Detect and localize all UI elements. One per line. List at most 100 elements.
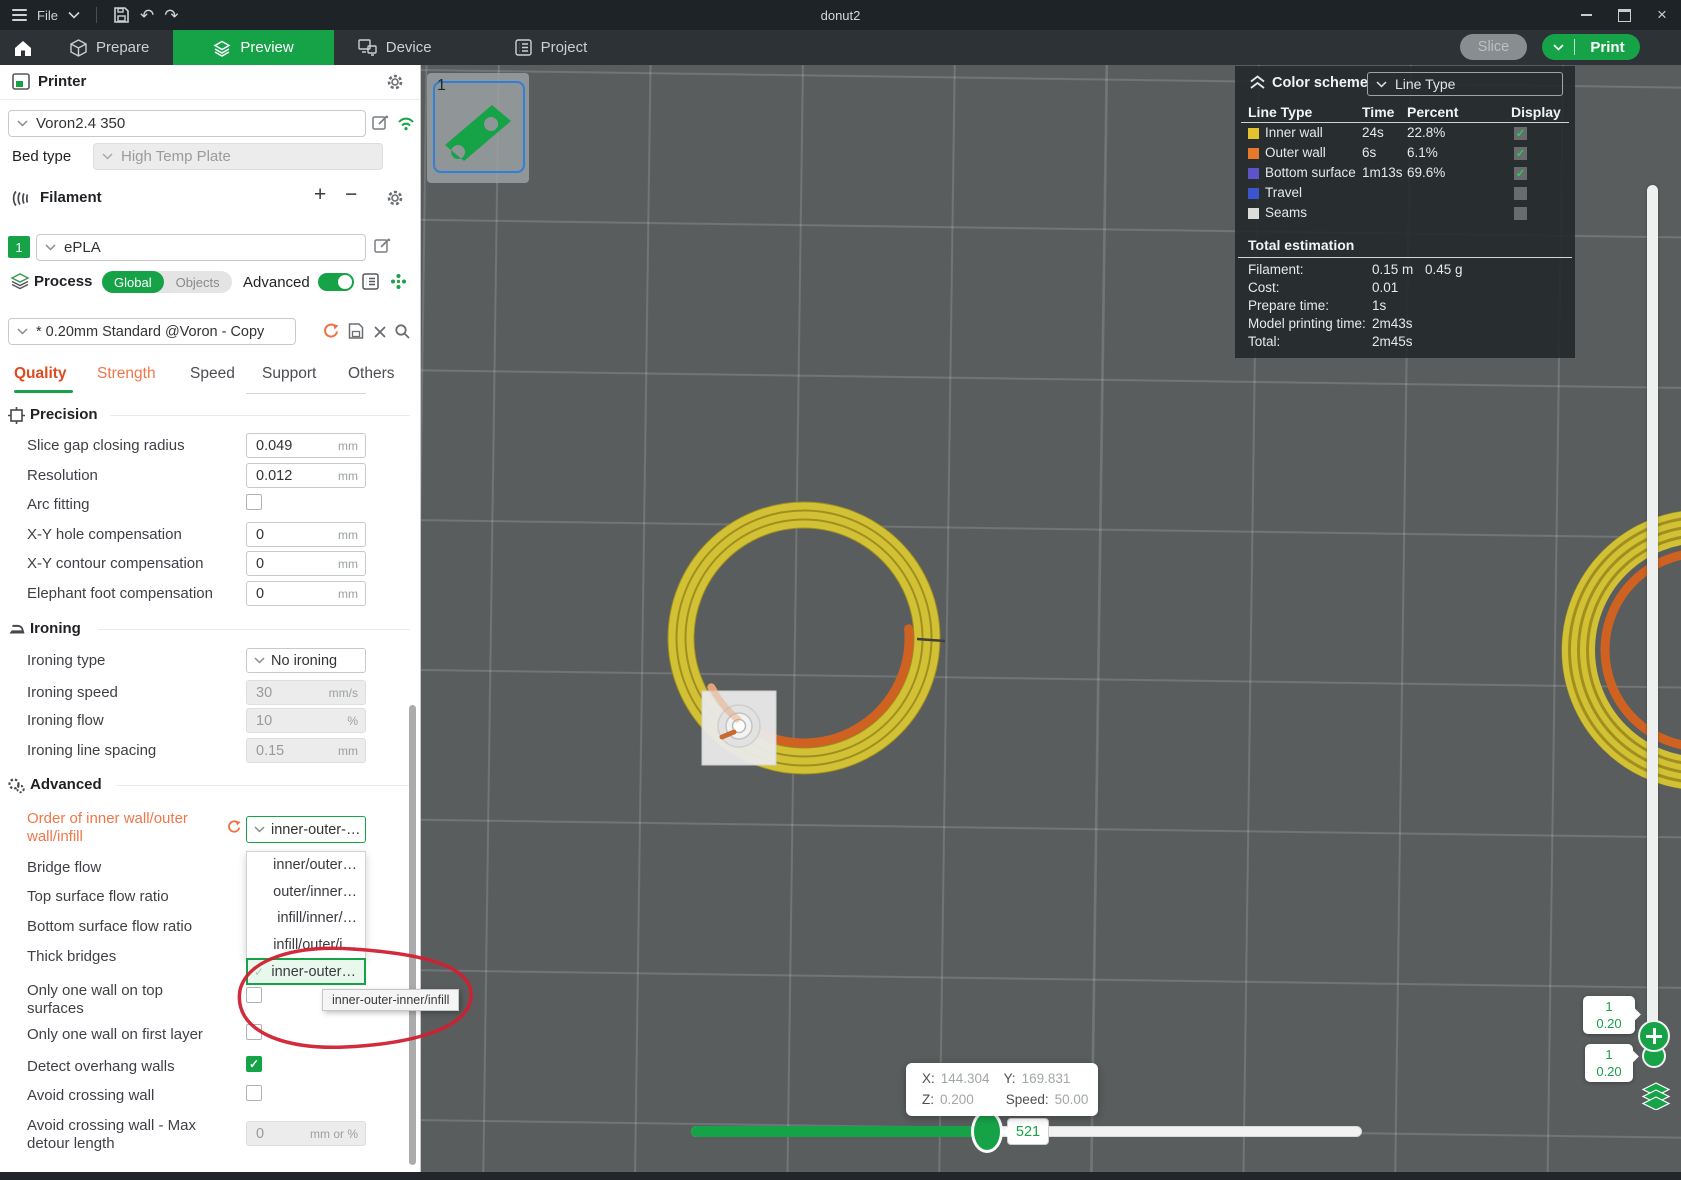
wifi-icon[interactable] (396, 115, 416, 131)
layer-badge-bottom: 10.20 (1585, 1044, 1633, 1082)
ironing-speed-input[interactable]: 30mm/s (246, 680, 366, 705)
process-preset-select[interactable]: * 0.20mm Standard @Voron - Copy (8, 318, 296, 345)
tab-support[interactable]: Support (262, 365, 316, 383)
redo-icon[interactable]: ↷ (164, 7, 178, 24)
print-dropdown-chevron[interactable] (1542, 39, 1575, 55)
maximize-button[interactable] (1605, 0, 1643, 30)
divider (116, 785, 410, 786)
collapse-icon[interactable] (1249, 75, 1266, 90)
tab-project[interactable]: Project (491, 30, 612, 65)
tab-preview[interactable]: Preview (173, 30, 333, 65)
slice-button[interactable]: Slice (1460, 34, 1527, 60)
xy-hole-comp-input[interactable]: 0mm (246, 522, 366, 547)
setting-label: Slice gap closing radius (27, 437, 227, 455)
display-checkbox[interactable]: ✓ (1514, 127, 1527, 140)
remove-filament-button[interactable]: − (345, 183, 357, 207)
move-slider-fill (691, 1126, 989, 1137)
seams-swatch (1248, 208, 1259, 219)
device-icon (358, 39, 377, 56)
titlebar: File ↶ ↷ donut2 × (0, 0, 1681, 30)
ironing-section-title: Ironing (30, 620, 81, 637)
setting-label: Thick bridges (27, 948, 227, 966)
elephant-foot-input[interactable]: 0mm (246, 581, 366, 606)
legend-panel: Color scheme Line Type Line Type Time Pe… (1235, 66, 1575, 358)
dropdown-option[interactable]: infill/outer/i… (247, 932, 365, 959)
max-detour-input[interactable]: 0mm or % (246, 1121, 366, 1146)
xy-contour-comp-input[interactable]: 0mm (246, 551, 366, 576)
setting-label: Arc fitting (27, 496, 227, 514)
slice-gap-input[interactable]: 0.049mm (246, 433, 366, 458)
add-filament-button[interactable]: + (314, 183, 326, 207)
dropdown-option-selected[interactable]: ✓ inner-outer… (246, 958, 366, 985)
dropdown-option[interactable]: inner/outer… (247, 852, 365, 879)
file-menu[interactable]: File (37, 8, 58, 23)
filament-slot-1[interactable]: 1 (8, 236, 30, 258)
display-checkbox[interactable]: ✓ (1514, 167, 1527, 180)
parameter-list-icon[interactable] (362, 273, 379, 290)
compare-presets-icon[interactable] (390, 273, 407, 290)
search-icon[interactable] (394, 323, 411, 340)
dropdown-tooltip: inner-outer-inner/infill (322, 989, 459, 1011)
display-checkbox[interactable] (1514, 207, 1527, 220)
color-scheme-select[interactable]: Line Type (1367, 72, 1563, 96)
setting-label: Elephant foot compensation (27, 585, 227, 603)
tab-others[interactable]: Others (348, 365, 395, 383)
divider (246, 393, 366, 394)
menu-icon[interactable] (12, 6, 27, 24)
advanced-section-title: Advanced (30, 776, 102, 793)
tab-strength[interactable]: Strength (97, 365, 156, 383)
edit-icon[interactable] (372, 114, 389, 131)
scope-objects[interactable]: Objects (164, 275, 232, 290)
ironing-flow-input[interactable]: 10% (246, 708, 366, 733)
print-button[interactable]: Print (1542, 34, 1640, 60)
gear-icon[interactable] (386, 73, 404, 91)
display-checkbox[interactable]: ✓ (1514, 147, 1527, 160)
save-icon[interactable] (113, 7, 130, 24)
settings-scrollbar[interactable] (409, 705, 416, 1165)
delete-preset-icon[interactable] (373, 325, 387, 339)
detect-overhang-checkbox[interactable]: ✓ (246, 1056, 262, 1072)
slicer-window: File ↶ ↷ donut2 × Prepare Preview Dev (0, 0, 1681, 1180)
filament-preset-select[interactable]: ePLA (36, 234, 366, 261)
reset-setting-icon[interactable] (226, 820, 241, 835)
move-slider-knob[interactable] (971, 1110, 1003, 1153)
close-button[interactable]: × (1643, 0, 1681, 30)
process-scope-toggle[interactable]: Global Objects (102, 271, 232, 293)
ironing-type-select[interactable]: No ironing (246, 648, 366, 673)
tab-device[interactable]: Device (334, 30, 456, 65)
minimize-button[interactable] (1567, 0, 1605, 30)
resolution-input[interactable]: 0.012mm (246, 463, 366, 488)
printer-section-title: Printer (38, 73, 86, 90)
cube-icon (70, 39, 87, 57)
layer-slider-track[interactable] (1647, 185, 1658, 1053)
plate-thumbnail[interactable]: 1 (427, 73, 529, 183)
advanced-mode-toggle[interactable] (318, 273, 354, 291)
ironing-line-spacing-input[interactable]: 0.15mm (246, 738, 366, 763)
avoid-crossing-wall-checkbox[interactable] (246, 1085, 262, 1101)
tab-speed[interactable]: Speed (190, 365, 235, 383)
one-wall-top-checkbox[interactable] (246, 987, 262, 1003)
layer-slider-upper-knob[interactable] (1638, 1020, 1670, 1052)
dropdown-option[interactable]: outer/inner… (247, 879, 365, 906)
bed-type-select[interactable]: High Temp Plate (93, 143, 383, 170)
printer-preset-select[interactable]: Voron2.4 350 (8, 110, 366, 137)
wall-order-select[interactable]: inner-outer-… (246, 816, 366, 843)
divider (96, 7, 97, 23)
gear-icon[interactable] (386, 189, 404, 207)
arc-fitting-checkbox[interactable] (246, 494, 262, 510)
reset-preset-icon[interactable] (322, 323, 339, 340)
chevron-down-icon[interactable] (68, 11, 80, 19)
home-button[interactable] (0, 30, 46, 65)
display-checkbox[interactable] (1514, 187, 1527, 200)
save-preset-icon[interactable] (348, 323, 364, 339)
chevron-down-icon (17, 120, 28, 127)
total-row-total: Total:2m45s (1235, 334, 1575, 352)
tab-quality[interactable]: Quality (14, 365, 67, 383)
edit-icon[interactable] (374, 237, 391, 254)
one-wall-first-layer-checkbox[interactable] (246, 1024, 262, 1040)
dropdown-option[interactable]: infill/inner/… (247, 905, 365, 932)
undo-icon[interactable]: ↶ (140, 7, 154, 24)
tab-prepare[interactable]: Prepare (46, 30, 173, 65)
layers-view-icon[interactable] (1641, 1082, 1671, 1110)
scope-global[interactable]: Global (102, 271, 164, 293)
